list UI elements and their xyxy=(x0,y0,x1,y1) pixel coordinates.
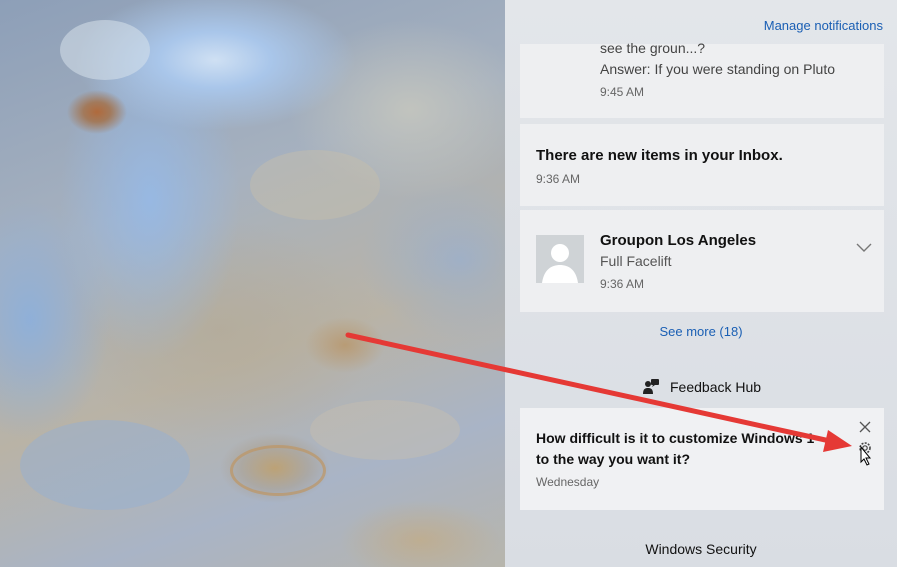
gear-icon[interactable] xyxy=(857,440,873,456)
notification-card[interactable]: Groupon Los Angeles Full Facelift 9:36 A… xyxy=(520,210,884,312)
manage-notifications-link[interactable]: Manage notifications xyxy=(764,18,883,33)
feedback-hub-icon xyxy=(643,379,659,394)
notification-time: 9:36 AM xyxy=(536,172,581,186)
notification-line-1: see the groun...? xyxy=(600,40,706,56)
avatar xyxy=(536,235,584,283)
notification-card[interactable]: How difficult is it to customize Windows… xyxy=(520,408,884,510)
person-icon xyxy=(536,235,584,283)
notification-title: There are new items in your Inbox. xyxy=(536,147,783,164)
notification-title-line-1: How difficult is it to customize Windows… xyxy=(536,430,814,446)
notification-line-2: Answer: If you were standing on Pluto xyxy=(600,61,836,77)
group-header-windows-security: Windows Security xyxy=(645,541,757,557)
close-icon[interactable] xyxy=(859,421,871,433)
notification-time: 9:45 AM xyxy=(600,85,645,99)
action-center-panel: Manage notifications see the groun...? A… xyxy=(505,0,897,567)
notification-body: Full Facelift xyxy=(600,253,672,269)
notification-title-line-2: to the way you want it? xyxy=(536,451,691,467)
notification-card[interactable]: There are new items in your Inbox. 9:36 … xyxy=(520,124,884,206)
notification-title: Groupon Los Angeles xyxy=(600,232,757,249)
notification-time: 9:36 AM xyxy=(600,277,645,291)
chevron-down-icon[interactable] xyxy=(856,243,872,253)
see-more-link[interactable]: See more (18) xyxy=(505,324,897,339)
notification-card[interactable]: see the groun...? Answer: If you were st… xyxy=(520,40,884,118)
group-header-feedback-hub: Feedback Hub xyxy=(505,378,897,398)
desktop-wallpaper xyxy=(0,0,505,567)
notification-time: Wednesday xyxy=(536,475,600,489)
group-name: Feedback Hub xyxy=(670,379,762,395)
